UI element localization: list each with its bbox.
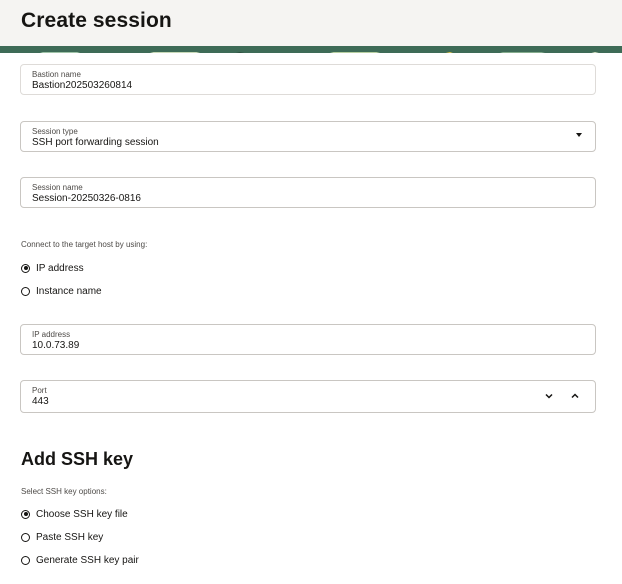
radio-ip-address[interactable]: IP address <box>21 261 84 275</box>
session-name-input[interactable]: Session name Session-20250326-0816 <box>20 177 596 208</box>
bastion-name-label: Bastion name <box>32 70 81 79</box>
radio-instance-name-label: Instance name <box>36 285 102 297</box>
session-type-value: SSH port forwarding session <box>32 137 159 148</box>
increment-chevron-up-icon[interactable] <box>569 390 581 402</box>
chevron-down-icon[interactable] <box>576 133 582 137</box>
page-title: Create session <box>21 9 172 32</box>
port-stepper[interactable]: Port 443 <box>20 380 596 413</box>
ip-address-input[interactable]: IP address 10.0.73.89 <box>20 324 596 355</box>
radio-button-checked[interactable] <box>21 263 30 273</box>
radio-generate-ssh-key-pair[interactable]: Generate SSH key pair <box>21 553 139 567</box>
bastion-name-field: Bastion name Bastion202503260814 <box>20 64 596 95</box>
banner-pattern <box>0 52 622 53</box>
port-value[interactable]: 443 <box>32 396 49 407</box>
ssh-key-options-label: Select SSH key options: <box>21 487 107 496</box>
radio-choose-ssh-key-file-label: Choose SSH key file <box>36 508 128 520</box>
radio-ip-address-label: IP address <box>36 262 84 274</box>
decrement-chevron-down-icon[interactable] <box>543 390 555 402</box>
ip-address-value[interactable]: 10.0.73.89 <box>32 340 79 351</box>
port-label: Port <box>32 386 47 395</box>
bastion-name-value: Bastion202503260814 <box>32 80 133 91</box>
radio-paste-ssh-key-label: Paste SSH key <box>36 531 104 543</box>
session-type-select[interactable]: Session type SSH port forwarding session <box>20 121 596 152</box>
radio-button[interactable] <box>21 286 30 296</box>
radio-instance-name[interactable]: Instance name <box>21 284 102 298</box>
dialog-header: Create session <box>0 0 622 46</box>
radio-button[interactable] <box>21 532 30 542</box>
ip-address-label: IP address <box>32 330 71 339</box>
radio-generate-ssh-key-pair-label: Generate SSH key pair <box>36 554 139 566</box>
ssh-key-section-title: Add SSH key <box>21 449 134 469</box>
header-banner-image <box>0 46 622 53</box>
radio-button-checked[interactable] <box>21 509 30 519</box>
radio-button[interactable] <box>21 555 30 565</box>
session-name-label: Session name <box>32 183 83 192</box>
radio-paste-ssh-key[interactable]: Paste SSH key <box>21 530 103 544</box>
radio-choose-ssh-key-file[interactable]: Choose SSH key file <box>21 507 128 521</box>
session-type-label: Session type <box>32 127 78 136</box>
connect-method-label: Connect to the target host by using: <box>21 240 148 249</box>
session-name-value[interactable]: Session-20250326-0816 <box>32 193 141 204</box>
